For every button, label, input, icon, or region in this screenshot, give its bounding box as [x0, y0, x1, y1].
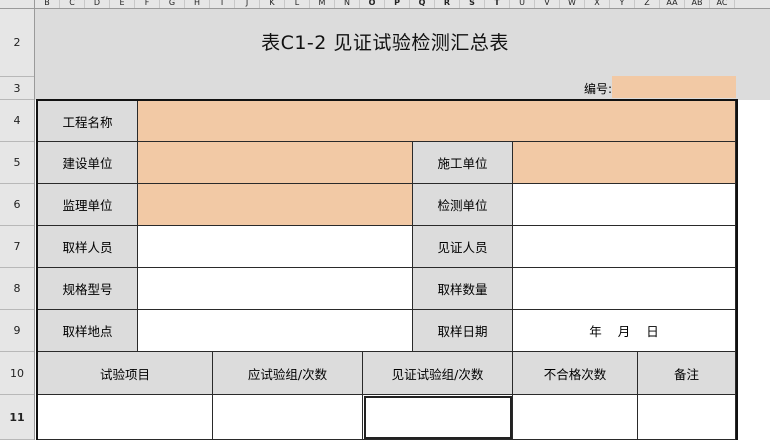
- col-header-K[interactable]: K: [260, 0, 285, 8]
- col-header-W[interactable]: W: [560, 0, 585, 8]
- project-name-label: 工程名称: [38, 101, 138, 142]
- col-header-Z[interactable]: Z: [635, 0, 660, 8]
- cell-remarks[interactable]: [638, 395, 736, 440]
- sample-date-input[interactable]: 年 月 日: [513, 310, 736, 352]
- supervision-unit-label: 监理单位: [38, 184, 138, 226]
- date-year-label: 年: [589, 324, 602, 339]
- col-header-X[interactable]: X: [585, 0, 610, 8]
- column-header-bar: B C D E F G H I J K L M N O P Q R S T U …: [0, 0, 770, 9]
- witness-label: 见证人员: [413, 226, 513, 268]
- row-header-9[interactable]: 9: [0, 310, 34, 352]
- select-all-corner[interactable]: [0, 0, 35, 8]
- sampler-label: 取样人员: [38, 226, 138, 268]
- col-header-G[interactable]: G: [160, 0, 185, 8]
- construction-unit-label: 建设单位: [38, 142, 138, 184]
- col-header-E[interactable]: E: [110, 0, 135, 8]
- col-header-I[interactable]: I: [210, 0, 235, 8]
- testing-unit-label: 检测单位: [413, 184, 513, 226]
- col-header-O[interactable]: O: [360, 0, 385, 8]
- col-header-F[interactable]: F: [135, 0, 160, 8]
- col-header-AB[interactable]: AB: [685, 0, 710, 8]
- cell-required-tests[interactable]: [213, 395, 363, 440]
- col-header-R[interactable]: R: [435, 0, 460, 8]
- col-header-AC[interactable]: AC: [710, 0, 735, 8]
- row-header-11[interactable]: 11: [0, 395, 34, 440]
- sample-location-label: 取样地点: [38, 310, 138, 352]
- col-header-M[interactable]: M: [310, 0, 335, 8]
- witness-input[interactable]: [513, 226, 736, 268]
- spec-model-input[interactable]: [138, 268, 413, 310]
- col-header-Q[interactable]: Q: [410, 0, 435, 8]
- header-remarks: 备注: [638, 352, 736, 395]
- row-header-6[interactable]: 6: [0, 184, 34, 226]
- row-header-10[interactable]: 10: [0, 352, 34, 395]
- col-header-S[interactable]: S: [460, 0, 485, 8]
- header-test-item: 试验项目: [38, 352, 213, 395]
- builder-unit-label: 施工单位: [413, 142, 513, 184]
- header-witness-tests: 见证试验组/次数: [363, 352, 513, 395]
- col-header-V[interactable]: V: [535, 0, 560, 8]
- header-failed-count: 不合格次数: [513, 352, 638, 395]
- construction-unit-input[interactable]: [138, 142, 413, 184]
- testing-unit-input[interactable]: [513, 184, 736, 226]
- col-header-P[interactable]: P: [385, 0, 410, 8]
- sample-location-input[interactable]: [138, 310, 413, 352]
- sample-qty-input[interactable]: [513, 268, 736, 310]
- sample-date-label: 取样日期: [413, 310, 513, 352]
- row-header-4[interactable]: 4: [0, 100, 34, 142]
- builder-unit-input[interactable]: [513, 142, 736, 184]
- col-header-L[interactable]: L: [285, 0, 310, 8]
- col-header-D[interactable]: D: [85, 0, 110, 8]
- number-label: 编号:: [583, 82, 612, 96]
- row-header-3[interactable]: 3: [0, 77, 34, 100]
- row-header-7[interactable]: 7: [0, 226, 34, 268]
- row-header-bar: 2 3 4 5 6 7 8 9 10 11: [0, 9, 35, 440]
- col-header-N[interactable]: N: [335, 0, 360, 8]
- number-input-cell[interactable]: [612, 76, 736, 98]
- col-header-AA[interactable]: AA: [660, 0, 685, 8]
- row-header-8[interactable]: 8: [0, 268, 34, 310]
- col-header-H[interactable]: H: [185, 0, 210, 8]
- supervision-unit-input[interactable]: [138, 184, 413, 226]
- col-header-Y[interactable]: Y: [610, 0, 635, 8]
- col-header-C[interactable]: C: [60, 0, 85, 8]
- header-required-tests: 应试验组/次数: [213, 352, 363, 395]
- cell-failed-count[interactable]: [513, 395, 638, 440]
- col-header-J[interactable]: J: [235, 0, 260, 8]
- project-name-input[interactable]: [138, 101, 736, 142]
- form-title: 表C1-2 见证试验检测汇总表: [261, 32, 509, 54]
- col-header-T[interactable]: T: [485, 0, 510, 8]
- cell-test-item[interactable]: [38, 395, 213, 440]
- row-header-2[interactable]: 2: [0, 9, 34, 77]
- sampler-input[interactable]: [138, 226, 413, 268]
- row-header-5[interactable]: 5: [0, 142, 34, 184]
- spec-model-label: 规格型号: [38, 268, 138, 310]
- date-month-label: 月: [617, 324, 631, 339]
- date-day-label: 日: [646, 324, 659, 339]
- col-header-B[interactable]: B: [35, 0, 60, 8]
- cell-witness-tests-selected[interactable]: [363, 395, 513, 440]
- sample-qty-label: 取样数量: [413, 268, 513, 310]
- col-header-U[interactable]: U: [510, 0, 535, 8]
